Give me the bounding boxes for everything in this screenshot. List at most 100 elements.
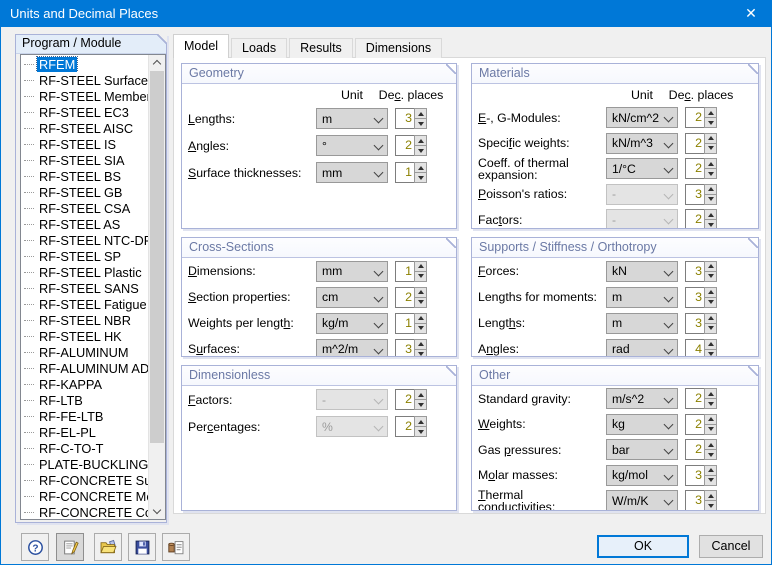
tree-item[interactable]: RF-STEEL SP [21,248,149,264]
unit-dropdown[interactable]: ° [316,135,388,156]
tree-item[interactable]: RF-KAPPA [21,376,149,392]
spin-up-button[interactable] [704,414,717,425]
spin-up-button[interactable] [704,439,717,450]
tab-dimensions[interactable]: Dimensions [355,38,442,58]
spin-down-button[interactable] [414,400,427,410]
spin-down-button[interactable] [704,501,717,511]
spin-down-button[interactable] [704,425,717,435]
decimal-places-spinner[interactable]: 3 [395,339,427,358]
spin-down-button[interactable] [704,220,717,229]
tree-item[interactable]: RF-ALUMINUM [21,344,149,360]
tab-results[interactable]: Results [289,38,353,58]
spin-down-button[interactable] [704,399,717,409]
spin-up-button[interactable] [414,389,427,400]
cancel-button[interactable]: Cancel [699,535,763,558]
spin-up-button[interactable] [704,133,717,144]
unit-dropdown[interactable]: cm [316,287,388,308]
spin-up-button[interactable] [704,209,717,220]
decimal-places-spinner[interactable]: 2 [685,133,717,154]
unit-dropdown[interactable]: 1/°C [606,158,678,179]
decimal-places-spinner[interactable]: 1 [395,313,427,334]
decimal-places-spinner[interactable]: 4 [685,339,717,358]
decimal-places-spinner[interactable]: 3 [685,313,717,334]
spin-down-button[interactable] [704,272,717,282]
tree-item[interactable]: RF-STEEL Fatigue Members [21,296,149,312]
tree-item[interactable]: RF-FE-LTB [21,408,149,424]
unit-dropdown[interactable]: mm [316,261,388,282]
spin-up-button[interactable] [414,416,427,427]
tree-item[interactable]: RF-STEEL EC3 [21,104,149,120]
spin-down-button[interactable] [704,350,717,358]
spin-up-button[interactable] [414,261,427,272]
unit-dropdown[interactable]: kg/m [316,313,388,334]
decimal-places-spinner[interactable]: 2 [685,414,717,435]
module-tree[interactable]: RFEMRF-STEEL SurfacesRF-STEEL MembersRF-… [20,54,166,520]
tree-item[interactable]: RF-CONCRETE Members [21,488,149,504]
tree-scrollbar[interactable] [148,55,165,519]
spin-down-button[interactable] [704,195,717,205]
tab-loads[interactable]: Loads [231,38,287,58]
tree-item[interactable]: RF-LTB [21,392,149,408]
spin-up-button[interactable] [704,490,717,501]
scroll-down-button[interactable] [149,503,165,519]
decimal-places-spinner[interactable]: 3 [685,465,717,486]
decimal-places-spinner[interactable]: 2 [395,287,427,308]
spin-down-button[interactable] [414,173,427,183]
spin-down-button[interactable] [414,324,427,334]
tree-item[interactable]: RF-STEEL Plastic [21,264,149,280]
decimal-places-spinner[interactable]: 2 [685,107,717,128]
spin-down-button[interactable] [704,118,717,128]
spin-down-button[interactable] [704,169,717,179]
spin-up-button[interactable] [414,339,427,350]
decimal-places-spinner[interactable]: 2 [685,209,717,229]
unit-dropdown[interactable]: m [606,287,678,308]
decimal-places-spinner[interactable]: 2 [395,389,427,410]
unit-dropdown[interactable]: m/s^2 [606,388,678,409]
spin-up-button[interactable] [704,261,717,272]
spin-up-button[interactable] [414,287,427,298]
tree-item[interactable]: RF-STEEL AS [21,216,149,232]
scroll-up-button[interactable] [149,55,165,71]
unit-dropdown[interactable]: m^2/m [316,339,388,358]
unit-dropdown[interactable]: kN/cm^2 [606,107,678,128]
tree-item[interactable]: RF-STEEL AISC [21,120,149,136]
spin-down-button[interactable] [414,272,427,282]
decimal-places-spinner[interactable]: 2 [395,416,427,437]
spin-down-button[interactable] [704,144,717,154]
spin-down-button[interactable] [704,450,717,460]
tree-item[interactable]: RF-STEEL Surfaces [21,72,149,88]
unit-dropdown[interactable]: kN/m^3 [606,133,678,154]
spin-down-button[interactable] [414,427,427,437]
unit-dropdown[interactable]: W/m/K [606,490,678,511]
decimal-places-spinner[interactable]: 3 [685,261,717,282]
unit-dropdown[interactable]: mm [316,162,388,183]
tree-item[interactable]: RF-STEEL IS [21,136,149,152]
unit-dropdown[interactable]: m [316,108,388,129]
tree-item[interactable]: RF-C-TO-T [21,440,149,456]
tree-item[interactable]: RF-CONCRETE Columns [21,504,149,519]
tree-item[interactable]: RF-STEEL SANS [21,280,149,296]
decimal-places-spinner[interactable]: 2 [395,135,427,156]
spin-up-button[interactable] [704,158,717,169]
tab-model[interactable]: Model [173,34,229,58]
spin-up-button[interactable] [414,135,427,146]
unit-dropdown[interactable]: kg [606,414,678,435]
decimal-places-spinner[interactable]: 2 [685,388,717,409]
tree-item[interactable]: RF-STEEL BS [21,168,149,184]
unit-dropdown[interactable]: kN [606,261,678,282]
tree-item[interactable]: RF-STEEL HK [21,328,149,344]
close-button[interactable]: ✕ [731,1,771,27]
open-button[interactable] [94,533,122,561]
decimal-places-spinner[interactable]: 3 [395,108,427,129]
tree-item[interactable]: RF-STEEL NTC-DF [21,232,149,248]
unit-dropdown[interactable]: rad [606,339,678,358]
tree-item[interactable]: RF-ALUMINUM ADM [21,360,149,376]
help-button[interactable]: ? [21,533,49,561]
spin-down-button[interactable] [414,350,427,358]
decimal-places-spinner[interactable]: 1 [395,261,427,282]
unit-dropdown[interactable]: m [606,313,678,334]
save-button[interactable] [128,533,156,561]
spin-down-button[interactable] [414,119,427,129]
spin-down-button[interactable] [704,324,717,334]
spin-up-button[interactable] [704,388,717,399]
